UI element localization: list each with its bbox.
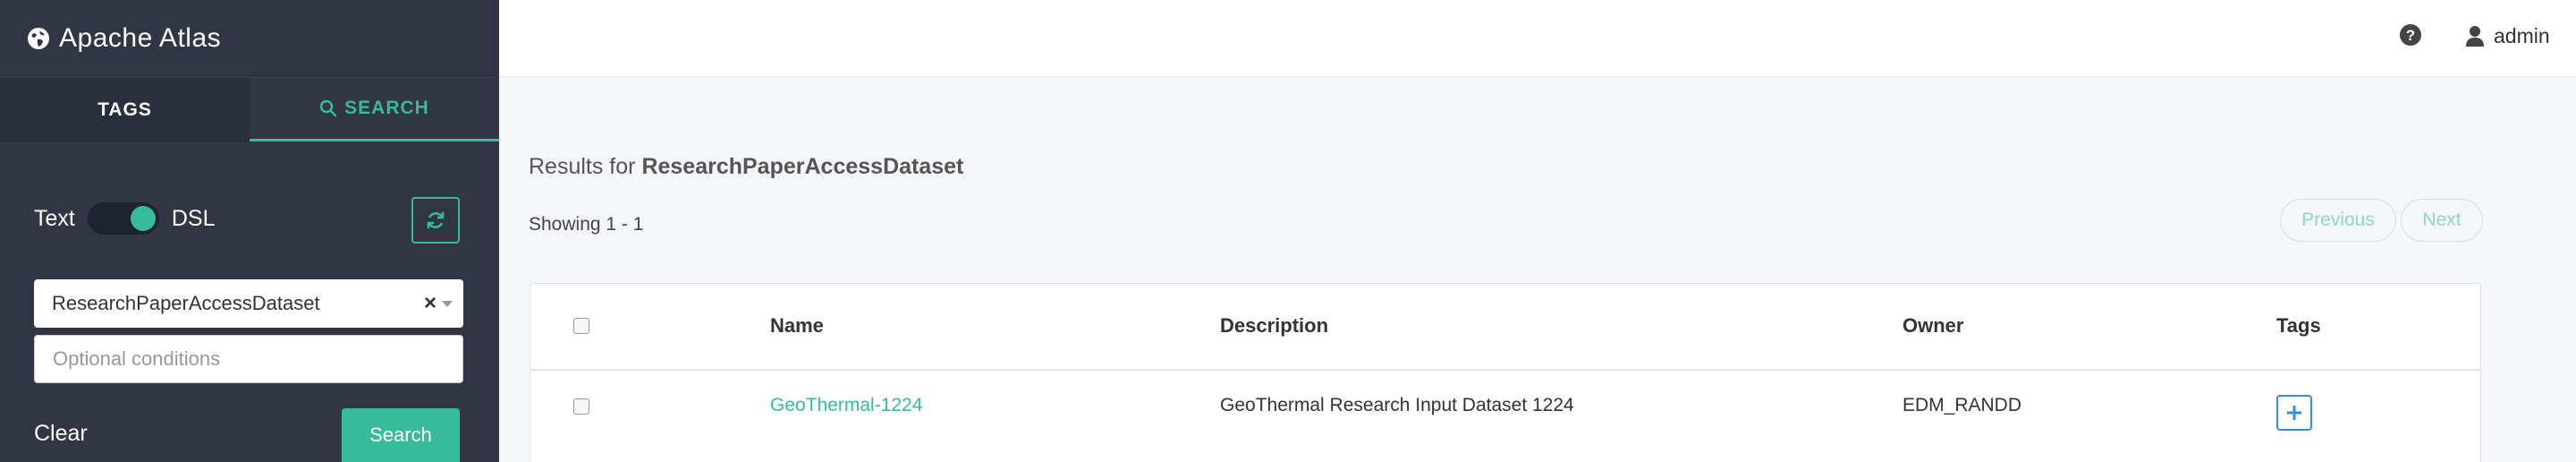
sidebar: Apache Atlas TAGS SEARCH Text DSL Resear… bbox=[0, 0, 499, 462]
column-header-description[interactable]: Description bbox=[1220, 314, 1328, 338]
username: admin bbox=[2494, 23, 2550, 47]
sidebar-tabs: TAGS SEARCH bbox=[0, 77, 499, 141]
app-title: Apache Atlas bbox=[59, 23, 222, 53]
column-header-name[interactable]: Name bbox=[770, 314, 824, 338]
results-query: ResearchPaperAccessDataset bbox=[641, 154, 964, 179]
column-header-tags[interactable]: Tags bbox=[2276, 314, 2321, 338]
showing-count: Showing 1 - 1 bbox=[529, 214, 644, 235]
previous-button[interactable]: Previous bbox=[2280, 199, 2396, 242]
help-icon[interactable]: ? bbox=[2399, 23, 2422, 47]
tab-tags-label: TAGS bbox=[97, 98, 152, 120]
row-description: GeoThermal Research Input Dataset 1224 bbox=[1220, 395, 1574, 415]
conditions-input[interactable] bbox=[34, 335, 463, 383]
brand[interactable]: Apache Atlas bbox=[0, 0, 499, 77]
search-mode-toggle-row: Text DSL bbox=[34, 192, 463, 245]
results-table: Name Description Owner Tags GeoThermal-1… bbox=[530, 283, 2481, 462]
row-owner: EDM_RANDD bbox=[1902, 395, 2022, 415]
svg-text:?: ? bbox=[2406, 27, 2415, 44]
search-button[interactable]: Search bbox=[342, 408, 460, 462]
select-all-checkbox[interactable] bbox=[573, 318, 589, 334]
dsl-mode-label: DSL bbox=[171, 205, 216, 231]
search-mode-switch[interactable] bbox=[87, 202, 159, 235]
search-icon bbox=[319, 99, 337, 117]
type-select-value: ResearchPaperAccessDataset bbox=[52, 292, 320, 314]
user-icon bbox=[2466, 26, 2484, 47]
clear-selection-icon[interactable]: × bbox=[424, 291, 436, 316]
refresh-icon bbox=[427, 212, 445, 228]
text-mode-label: Text bbox=[34, 205, 75, 231]
refresh-button[interactable] bbox=[411, 197, 460, 244]
table-header: Name Description Owner Tags bbox=[530, 284, 2480, 371]
next-button[interactable]: Next bbox=[2401, 199, 2483, 242]
tab-search-label: SEARCH bbox=[344, 98, 429, 118]
tab-search[interactable]: SEARCH bbox=[250, 78, 499, 141]
type-select[interactable]: ResearchPaperAccessDataset × bbox=[34, 279, 463, 328]
row-checkbox[interactable] bbox=[573, 398, 589, 415]
chevron-down-icon[interactable] bbox=[442, 301, 453, 307]
user-menu[interactable]: admin bbox=[2465, 21, 2550, 50]
tab-tags[interactable]: TAGS bbox=[0, 78, 250, 141]
globe-icon bbox=[28, 28, 49, 49]
results-prefix: Results for bbox=[529, 154, 642, 179]
switch-knob bbox=[130, 206, 156, 231]
row-name-link[interactable]: GeoThermal-1224 bbox=[770, 395, 922, 416]
column-header-owner[interactable]: Owner bbox=[1902, 314, 1963, 338]
top-header bbox=[499, 0, 2576, 77]
add-tag-button[interactable] bbox=[2276, 395, 2312, 431]
clear-button[interactable]: Clear bbox=[34, 421, 88, 447]
plus-icon bbox=[2287, 406, 2301, 420]
results-title: Results for ResearchPaperAccessDataset bbox=[529, 154, 963, 180]
